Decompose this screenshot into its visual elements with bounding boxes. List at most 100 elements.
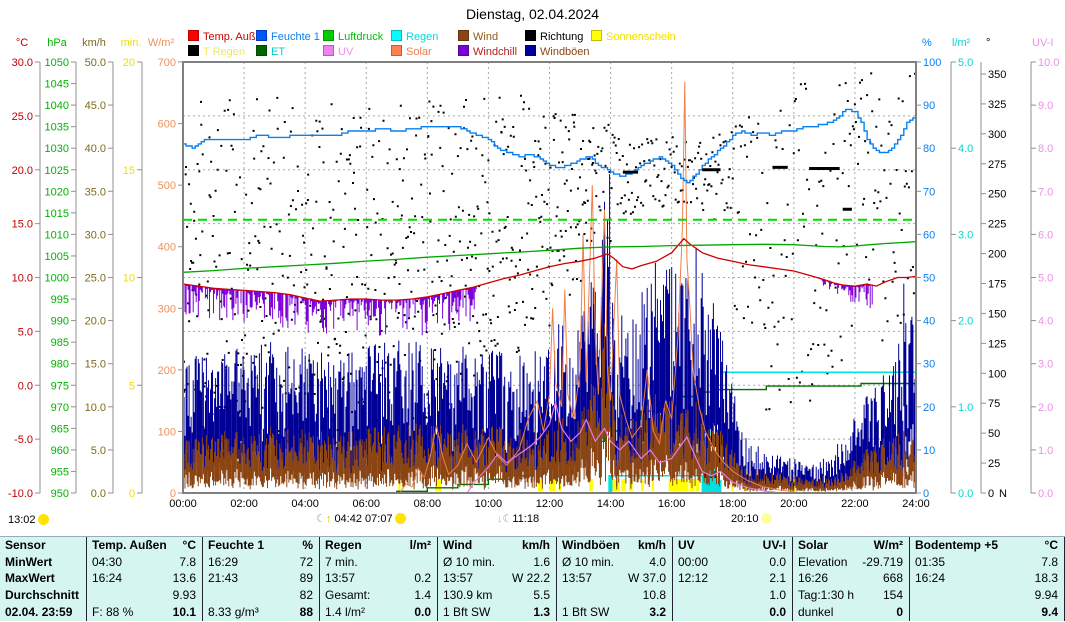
x-axis-label: 18:00: [719, 498, 747, 510]
cell-value: 82: [300, 588, 313, 602]
cell-value: 1.3: [533, 605, 550, 619]
row-label: Sensor: [5, 538, 46, 552]
table-row: 10.8: [557, 587, 672, 604]
moon-icon: ☾: [316, 513, 326, 525]
axis-tick-label: 275: [988, 159, 1006, 171]
cell-value: 0: [896, 605, 903, 619]
table-row: Durchschnitt: [0, 587, 86, 604]
axis-tick-label: 60: [923, 229, 935, 241]
axis-unit-kmh: km/h: [82, 37, 106, 49]
axis-tick-label: 5.0: [91, 445, 106, 457]
table-row: 130.9 km5.5: [438, 587, 556, 604]
cell-label: 00:00: [678, 555, 708, 569]
axis-tick-label: 50: [988, 428, 1000, 440]
axis-tick-label: 225: [988, 219, 1006, 231]
cell-label: 1 Bft SW: [562, 605, 609, 619]
cell-label: 13:57: [562, 571, 592, 585]
axis-tick-label: 600: [158, 119, 176, 131]
table-row: 04:307.8: [87, 554, 202, 571]
stats-column-solar: SolarW/m²Elevation-29.71916:26668Tag:1:3…: [793, 537, 910, 621]
axis-tick-label: 25.0: [85, 273, 106, 285]
column-header: Bodentemp +5: [915, 538, 998, 552]
column-unit: °C: [183, 538, 196, 552]
axis-tick-label: 1025: [45, 165, 69, 177]
axis-tick-label: 1.0: [1038, 445, 1053, 457]
cell-value: 668: [883, 571, 903, 585]
stats-column-wind: Windkm/hØ 10 min.1.613:57W 22.2130.9 km5…: [438, 537, 557, 621]
table-row: 1 Bft SW 3.2: [557, 603, 672, 620]
axis-tick-label: 990: [51, 316, 69, 328]
axis-tick-label: 50.0: [85, 57, 106, 69]
axis-tick-label: 0: [988, 488, 994, 500]
axis-tick-label: 15.0: [85, 359, 106, 371]
axis-tick-label: 175: [988, 278, 1006, 290]
table-row: F: 88 %10.1: [87, 603, 202, 620]
axis-unit-min: min.: [121, 37, 142, 49]
axis-tick-label: 30: [923, 359, 935, 371]
cell-value: 154: [883, 588, 903, 602]
cell-value: 0.0: [414, 605, 431, 619]
column-unit: km/h: [522, 538, 550, 552]
axis-tick-label: 10.0: [1038, 57, 1059, 69]
axis-tick-label: 975: [51, 380, 69, 392]
axis-tick-label: 25.0: [12, 111, 33, 123]
axis-tick-label: 950: [51, 488, 69, 500]
cell-value: 1.4: [414, 588, 431, 602]
cell-value: 3.2: [649, 605, 666, 619]
cell-value: 0.0: [769, 555, 786, 569]
axis-unit-C: °C: [16, 37, 28, 49]
cell-label: Tag:1:30 h: [798, 588, 854, 602]
axis-tick-label: 1030: [45, 143, 69, 155]
stats-column-feuchte-1: Feuchte 1%16:297221:4389828.33 g/m³88: [203, 537, 320, 621]
column-header: Windböen: [562, 538, 620, 552]
axis-tick-label: 10: [123, 273, 135, 285]
sunrise-sun-icon: [395, 513, 406, 524]
cell-value: 10.8: [643, 588, 666, 602]
cell-label: 13:57: [325, 571, 355, 585]
column-unit: l/m²: [410, 538, 431, 552]
moon-icon: ☾: [503, 513, 513, 525]
stats-column-uv: UVUV-I00:000.012:122.11.00.0: [673, 537, 793, 621]
axis-tick-label: N: [999, 488, 1007, 500]
axis-tick-label: 30.0: [85, 229, 106, 241]
axis-tick-label: 10.0: [12, 273, 33, 285]
axis-tick-label: 45.0: [85, 100, 106, 112]
cell-label: 16:26: [798, 571, 828, 585]
table-row: Gesamt:1.4: [320, 587, 437, 604]
cell-value: 9.94: [1035, 588, 1058, 602]
table-header-row: Windböenkm/h: [557, 537, 672, 554]
axis-tick-label: 10: [923, 445, 935, 457]
axis-tick-label: 125: [988, 338, 1006, 350]
cell-value: 4.0: [649, 555, 666, 569]
axis-tick-label: 15: [123, 165, 135, 177]
table-header-row: Feuchte 1%: [203, 537, 319, 554]
table-header-row: Temp. Außen°C: [87, 537, 202, 554]
axis-unit-lm2: l/m²: [952, 37, 971, 49]
axis-tick-label: 100: [988, 368, 1006, 380]
cell-value: 88: [300, 605, 313, 619]
axis-tick-label: 20.0: [85, 316, 106, 328]
table-row: 1.0: [673, 587, 792, 604]
axis-tick-label: 25: [988, 458, 1000, 470]
axis-tick-label: 4.0: [958, 143, 973, 155]
axis-tick-label: 300: [988, 129, 1006, 141]
table-row: 13:570.2: [320, 570, 437, 587]
weather-chart-svg: -10.0-5.00.05.010.015.020.025.030.095095…: [0, 0, 1065, 535]
table-row: 9.93: [87, 587, 202, 604]
cell-label: 16:24: [915, 571, 945, 585]
axis-tick-label: 960: [51, 445, 69, 457]
table-row: Elevation-29.719: [793, 554, 909, 571]
cell-label: 12:12: [678, 571, 708, 585]
table-row: 1.4 l/m²0.0: [320, 603, 437, 620]
axis-tick-label: 20: [923, 402, 935, 414]
table-header-row: UVUV-I: [673, 537, 792, 554]
cell-label: Ø 10 min.: [443, 555, 495, 569]
cell-label: 21:43: [208, 571, 238, 585]
axis-unit-Wm2: W/m²: [148, 37, 175, 49]
axis-tick-label: 1000: [45, 273, 69, 285]
axis-tick-label: 965: [51, 423, 69, 435]
table-row: dunkel0: [793, 603, 909, 620]
axis-tick-label: 5.0: [958, 57, 973, 69]
axis-tick-label: 325: [988, 99, 1006, 111]
x-axis-label: 20:00: [780, 498, 808, 510]
